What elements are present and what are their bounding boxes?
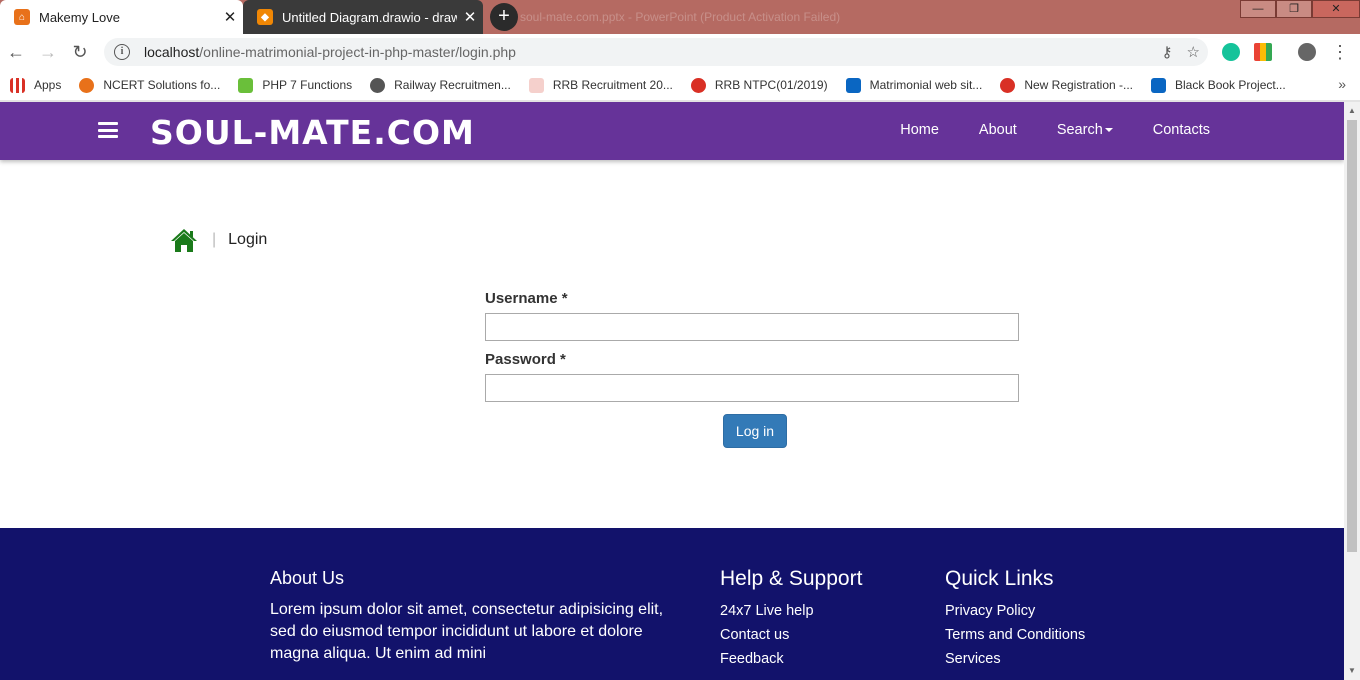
ncert-icon <box>79 77 95 93</box>
restore-icon[interactable]: ❐ <box>1276 0 1312 18</box>
login-form: Username * Password * Log in <box>485 290 1019 448</box>
bookmarks-bar: Apps NCERT Solutions fo... PHP 7 Functio… <box>0 70 1360 100</box>
tab-title: Makemy Love <box>39 9 120 25</box>
url-path: /online-matrimonial-project-in-php-maste… <box>199 44 516 60</box>
bookmark-ncert[interactable]: NCERT Solutions fo... <box>79 77 221 93</box>
footer-link-services[interactable]: Services <box>945 651 1085 675</box>
scroll-down-icon[interactable]: ▼ <box>1348 666 1356 675</box>
close-window-icon[interactable]: ✕ <box>1312 0 1360 18</box>
site-info-icon[interactable]: i <box>114 44 130 60</box>
minimize-icon[interactable]: — <box>1240 0 1276 18</box>
background-window-title: soul-mate.com.pptx - PowerPoint (Product… <box>520 10 841 24</box>
bookmark-label: PHP 7 Functions <box>262 78 353 92</box>
breadcrumb-separator: | <box>212 231 217 248</box>
bookmark-label: Black Book Project... <box>1175 78 1286 92</box>
close-tab-icon[interactable]: ✕ <box>457 8 483 26</box>
footer-about: About Us Lorem ipsum dolor sit amet, con… <box>270 568 690 665</box>
scrollbar-thumb[interactable] <box>1347 120 1357 552</box>
bookmark-rrb-recruitment[interactable]: RRB Recruitment 20... <box>528 77 673 93</box>
nav-contacts[interactable]: Contacts <box>1153 122 1210 138</box>
hamburger-menu-icon[interactable] <box>98 122 118 138</box>
footer-quick-links: Quick Links Privacy Policy Terms and Con… <box>945 567 1085 675</box>
footer-link-contact-us[interactable]: Contact us <box>720 627 862 651</box>
footer-help: Help & Support 24x7 Live help Contact us… <box>720 567 862 675</box>
page-scrollbar[interactable]: ▲ ▼ <box>1344 102 1360 680</box>
site-favicon-icon: ⌂ <box>14 9 30 25</box>
bookmark-new-registration[interactable]: New Registration -... <box>1000 77 1134 93</box>
color-extension-icon[interactable] <box>1254 43 1272 61</box>
login-button[interactable]: Log in <box>723 414 787 448</box>
page-viewport: SOUL-MATE.COM Home About Search Contacts… <box>0 102 1344 680</box>
bookmark-railway[interactable]: Railway Recruitmen... <box>370 77 511 93</box>
registration-icon <box>1000 77 1016 93</box>
bookmark-apps[interactable]: Apps <box>10 77 62 93</box>
linkedin-icon <box>845 77 861 93</box>
php-icon <box>238 77 254 93</box>
key-icon[interactable]: ⚷ <box>1162 43 1173 61</box>
password-label: Password * <box>485 351 566 368</box>
bookmark-rrb-ntpc[interactable]: RRB NTPC(01/2019) <box>690 77 828 93</box>
forward-icon[interactable]: → <box>36 40 60 64</box>
footer-link-feedback[interactable]: Feedback <box>720 651 862 675</box>
profile-avatar-icon[interactable] <box>1298 43 1316 61</box>
bookmark-label: Railway Recruitmen... <box>394 78 511 92</box>
breadcrumb-current: Login <box>228 231 268 248</box>
password-input[interactable] <box>485 374 1019 402</box>
footer-about-text: Lorem ipsum dolor sit amet, consectetur … <box>270 601 664 662</box>
browser-tab-strip: soul-mate.com.pptx - PowerPoint (Product… <box>0 0 1360 34</box>
tab-drawio[interactable]: ◆ Untitled Diagram.drawio - draw.io ✕ <box>243 0 483 34</box>
globe-icon <box>370 77 386 93</box>
bookmark-label: NCERT Solutions fo... <box>103 78 221 92</box>
footer-link-live-help[interactable]: 24x7 Live help <box>720 603 862 627</box>
chrome-menu-icon[interactable]: ⋮ <box>1328 40 1352 64</box>
nav-home[interactable]: Home <box>900 122 939 138</box>
site-logo[interactable]: SOUL-MATE.COM <box>150 113 475 152</box>
bookmark-php7[interactable]: PHP 7 Functions <box>238 77 353 93</box>
grammarly-extension-icon[interactable] <box>1222 43 1240 61</box>
bookmark-label: New Registration -... <box>1024 78 1134 92</box>
new-tab-button[interactable]: + <box>490 3 518 31</box>
more-bookmarks-icon[interactable]: » <box>1338 76 1346 92</box>
chevron-down-icon <box>1104 128 1113 133</box>
bookmark-matrimonial[interactable]: Matrimonial web sit... <box>845 77 983 93</box>
window-controls: — ❐ ✕ <box>1240 0 1360 18</box>
close-tab-icon[interactable]: ✕ <box>217 8 243 26</box>
ntpc-icon <box>690 77 706 93</box>
bookmark-label: RRB NTPC(01/2019) <box>714 78 828 92</box>
site-footer: About Us Lorem ipsum dolor sit amet, con… <box>0 528 1344 680</box>
breadcrumb: | Login <box>170 228 267 252</box>
bookmark-label: Apps <box>34 78 62 92</box>
site-navbar: SOUL-MATE.COM Home About Search Contacts <box>0 102 1344 160</box>
bookmark-label: Matrimonial web sit... <box>869 78 983 92</box>
apps-grid-icon <box>10 77 25 93</box>
footer-about-title: About Us <box>270 568 345 588</box>
drawio-favicon-icon: ◆ <box>257 9 273 25</box>
nav-search-label: Search <box>1056 122 1103 138</box>
tab-title: Untitled Diagram.drawio - draw.io <box>282 9 457 25</box>
main-menu: Home About Search Contacts <box>900 122 1210 138</box>
username-input[interactable] <box>485 313 1019 341</box>
footer-quick-title: Quick Links <box>945 567 1054 590</box>
url-host: localhost <box>144 44 200 60</box>
bookmark-label: RRB Recruitment 20... <box>552 78 673 92</box>
bookmark-black-book[interactable]: Black Book Project... <box>1151 77 1286 93</box>
rrb-icon <box>528 77 544 93</box>
linkedin-icon <box>1151 77 1167 93</box>
footer-link-privacy[interactable]: Privacy Policy <box>945 603 1085 627</box>
home-icon[interactable] <box>170 228 198 252</box>
tab-makemy-love[interactable]: ⌂ Makemy Love ✕ <box>0 0 243 34</box>
url-field[interactable]: i localhost /online-matrimonial-project-… <box>104 38 1208 66</box>
scroll-up-icon[interactable]: ▲ <box>1348 106 1356 115</box>
address-bar-row: ← → ↻ i localhost /online-matrimonial-pr… <box>0 34 1360 70</box>
username-label: Username * <box>485 290 568 307</box>
footer-link-terms[interactable]: Terms and Conditions <box>945 627 1085 651</box>
bookmark-star-icon[interactable]: ☆ <box>1187 43 1200 61</box>
nav-search[interactable]: Search <box>1057 122 1113 138</box>
footer-help-title: Help & Support <box>720 567 863 590</box>
back-icon[interactable]: ← <box>4 40 28 64</box>
reload-icon[interactable]: ↻ <box>68 40 92 64</box>
nav-about[interactable]: About <box>979 122 1017 138</box>
